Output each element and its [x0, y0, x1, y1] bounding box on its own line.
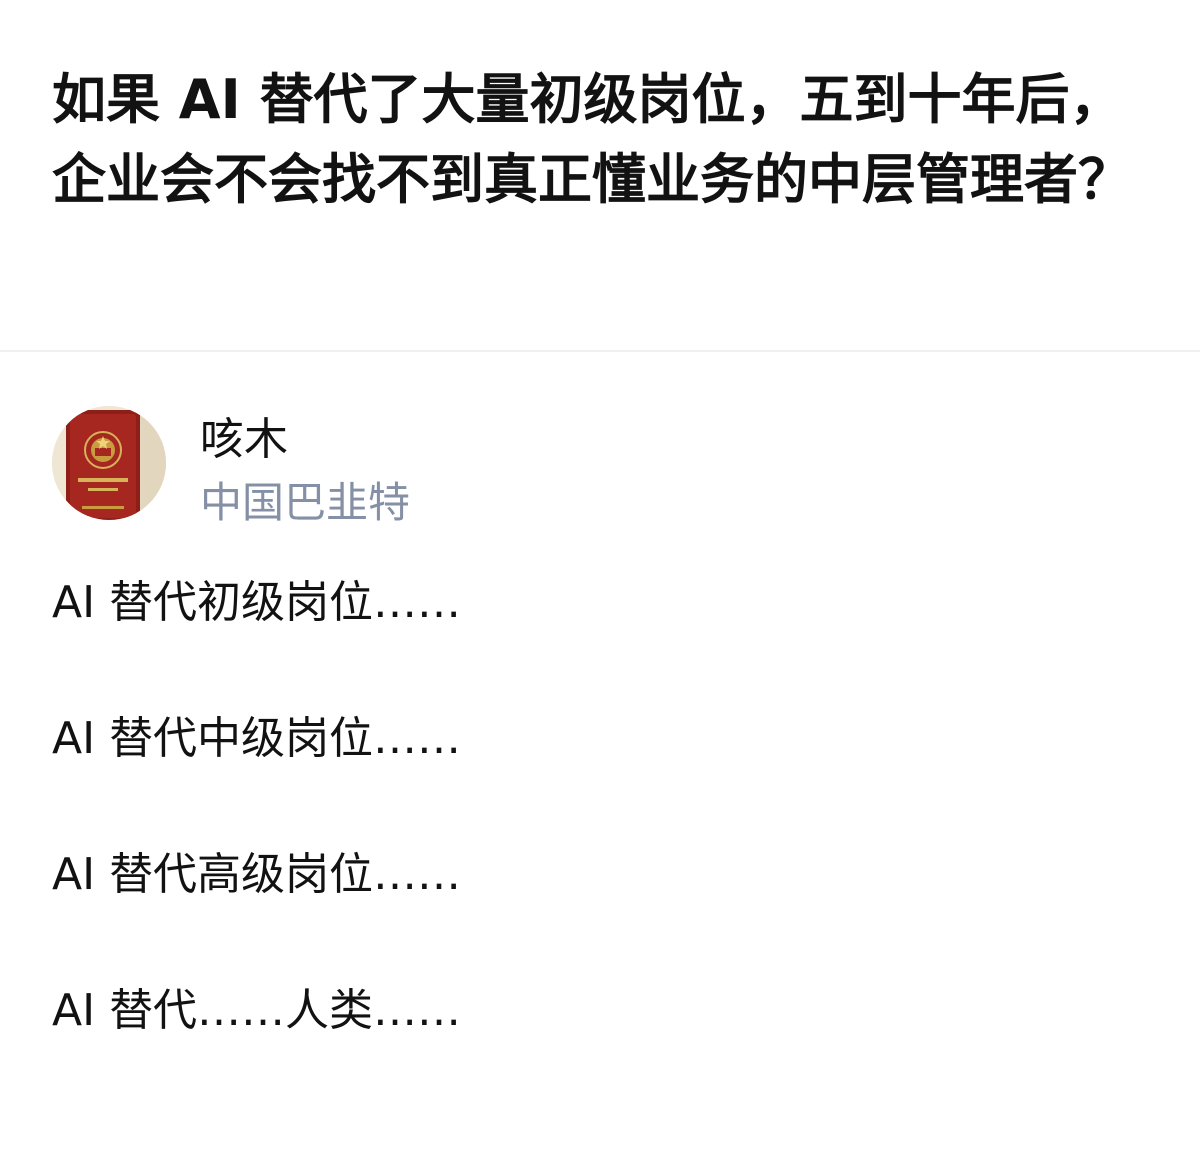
answer-paragraph: AI 替代高级岗位……: [52, 849, 462, 900]
answer-paragraph: AI 替代中级岗位……: [52, 713, 462, 764]
answer-paragraph: AI 替代初级岗位……: [52, 577, 462, 628]
certificate-booklet-icon: [52, 406, 166, 520]
divider: [0, 350, 1200, 352]
question-title[interactable]: 如果 AI 替代了大量初级岗位，五到十年后，企业会不会找不到真正懂业务的中层管理…: [52, 60, 1162, 220]
author-bio: 中国巴韭特: [200, 478, 411, 527]
author-avatar[interactable]: [52, 406, 166, 520]
answer-content: AI 替代初级岗位…… AI 替代中级岗位…… AI 替代高级岗位…… AI 替…: [52, 580, 1152, 1124]
answer-paragraph: AI 替代……人类……: [52, 985, 462, 1036]
answer-author: 咳木 中国巴韭特: [52, 406, 652, 527]
author-name[interactable]: 咳木: [200, 412, 288, 468]
